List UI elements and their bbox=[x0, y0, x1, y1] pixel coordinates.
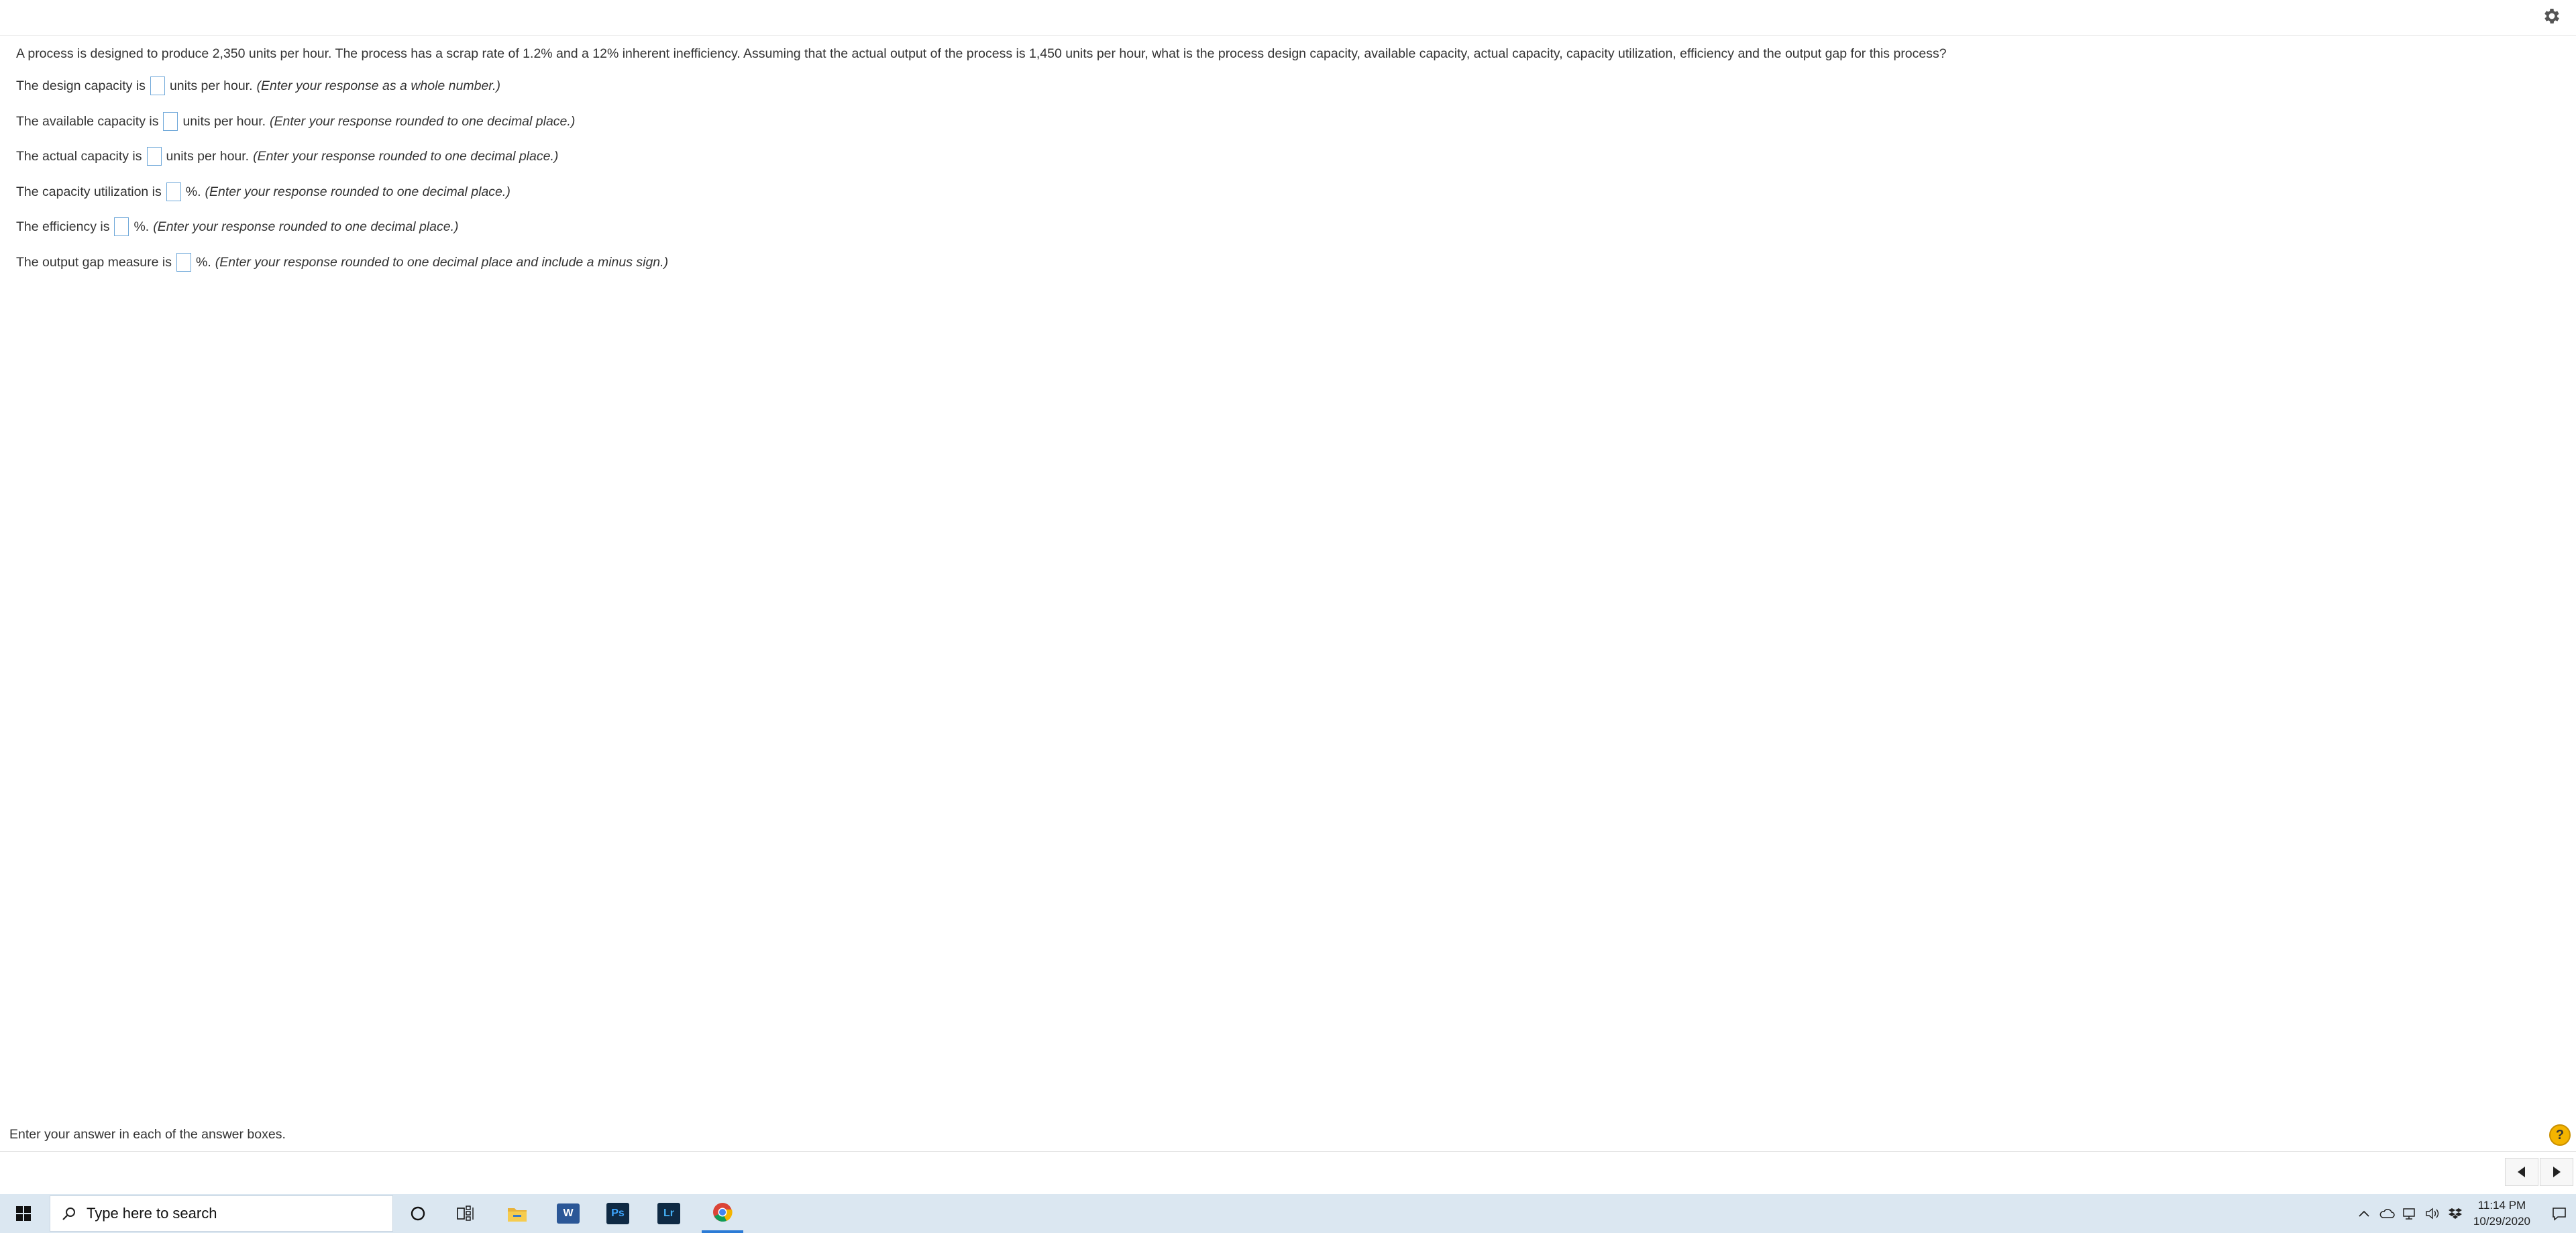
design-capacity-input[interactable] bbox=[150, 76, 165, 96]
row-hint: (Enter your response rounded to one deci… bbox=[270, 113, 576, 129]
efficiency-input[interactable] bbox=[114, 217, 129, 237]
row-prefix: The available capacity is bbox=[16, 113, 159, 129]
search-icon bbox=[61, 1205, 77, 1222]
next-arrow-icon[interactable] bbox=[2540, 1158, 2573, 1186]
design-capacity-row: The design capacity is units per hour. (… bbox=[16, 68, 2552, 104]
row-hint: (Enter your response rounded to one deci… bbox=[153, 219, 459, 235]
row-suffix: %. bbox=[185, 184, 201, 199]
search-placeholder: Type here to search bbox=[87, 1205, 217, 1222]
instruction-message: Enter your answer in each of the answer … bbox=[9, 1127, 286, 1142]
windows-taskbar: Type here to search W Ps Lr 11:14 PM 10/… bbox=[0, 1194, 2576, 1233]
question-navigation bbox=[2505, 1158, 2573, 1186]
onedrive-cloud-icon[interactable] bbox=[2377, 1203, 2397, 1224]
efficiency-row: The efficiency is %. (Enter your respons… bbox=[16, 209, 2552, 245]
help-icon[interactable]: ? bbox=[2549, 1124, 2571, 1146]
lightroom-icon[interactable]: Lr bbox=[653, 1198, 684, 1229]
system-tray: 11:14 PM 10/29/2020 bbox=[2353, 1194, 2576, 1233]
previous-arrow-icon[interactable] bbox=[2505, 1158, 2538, 1186]
clock-date: 10/29/2020 bbox=[2473, 1215, 2530, 1228]
actual-capacity-row: The actual capacity is units per hour. (… bbox=[16, 139, 2552, 174]
photoshop-icon[interactable]: Ps bbox=[602, 1198, 633, 1229]
word-icon[interactable]: W bbox=[553, 1198, 584, 1229]
row-hint: (Enter your response as a whole number.) bbox=[256, 78, 500, 94]
clock-time: 11:14 PM bbox=[2477, 1199, 2526, 1212]
row-prefix: The actual capacity is bbox=[16, 149, 142, 164]
system-clock[interactable]: 11:14 PM 10/29/2020 bbox=[2473, 1197, 2530, 1230]
question-text: A process is designed to produce 2,350 u… bbox=[16, 46, 1947, 61]
output-gap-row: The output gap measure is %. (Enter your… bbox=[16, 245, 2552, 280]
row-suffix: %. bbox=[195, 254, 211, 270]
dropbox-icon[interactable] bbox=[2445, 1203, 2465, 1224]
chrome-icon[interactable] bbox=[702, 1194, 743, 1233]
row-prefix: The capacity utilization is bbox=[16, 184, 162, 199]
cortana-icon[interactable] bbox=[402, 1198, 433, 1229]
output-gap-input[interactable] bbox=[176, 252, 191, 272]
row-hint: (Enter your response rounded to one deci… bbox=[205, 184, 511, 199]
row-suffix: %. bbox=[133, 219, 150, 235]
top-bar bbox=[0, 0, 2576, 36]
file-explorer-icon[interactable] bbox=[502, 1198, 533, 1229]
row-prefix: The output gap measure is bbox=[16, 254, 172, 270]
volume-icon[interactable] bbox=[2422, 1203, 2443, 1224]
taskbar-search-box[interactable]: Type here to search bbox=[50, 1195, 393, 1232]
capacity-utilization-input[interactable] bbox=[166, 182, 181, 201]
question-area: A process is designed to produce 2,350 u… bbox=[16, 44, 2552, 280]
row-suffix: units per hour. bbox=[182, 113, 266, 129]
row-hint: (Enter your response rounded to one deci… bbox=[253, 149, 559, 164]
available-capacity-row: The available capacity is units per hour… bbox=[16, 104, 2552, 140]
row-prefix: The design capacity is bbox=[16, 78, 146, 94]
capacity-utilization-row: The capacity utilization is %. (Enter yo… bbox=[16, 174, 2552, 210]
notification-center-icon[interactable] bbox=[2542, 1194, 2576, 1233]
task-view-icon[interactable] bbox=[451, 1198, 482, 1229]
help-label: ? bbox=[2555, 1127, 2565, 1142]
chevron-up-icon[interactable] bbox=[2354, 1203, 2374, 1224]
network-icon[interactable] bbox=[2400, 1203, 2420, 1224]
status-footer: Enter your answer in each of the answer … bbox=[0, 1119, 2576, 1152]
actual-capacity-input[interactable] bbox=[146, 147, 162, 166]
row-suffix: units per hour. bbox=[166, 149, 250, 164]
windows-start-icon[interactable] bbox=[0, 1194, 47, 1233]
row-hint: (Enter your response rounded to one deci… bbox=[215, 254, 669, 270]
available-capacity-input[interactable] bbox=[163, 111, 178, 131]
row-prefix: The efficiency is bbox=[16, 219, 110, 235]
row-suffix: units per hour. bbox=[169, 78, 253, 94]
settings-gear-icon[interactable] bbox=[2538, 3, 2565, 30]
